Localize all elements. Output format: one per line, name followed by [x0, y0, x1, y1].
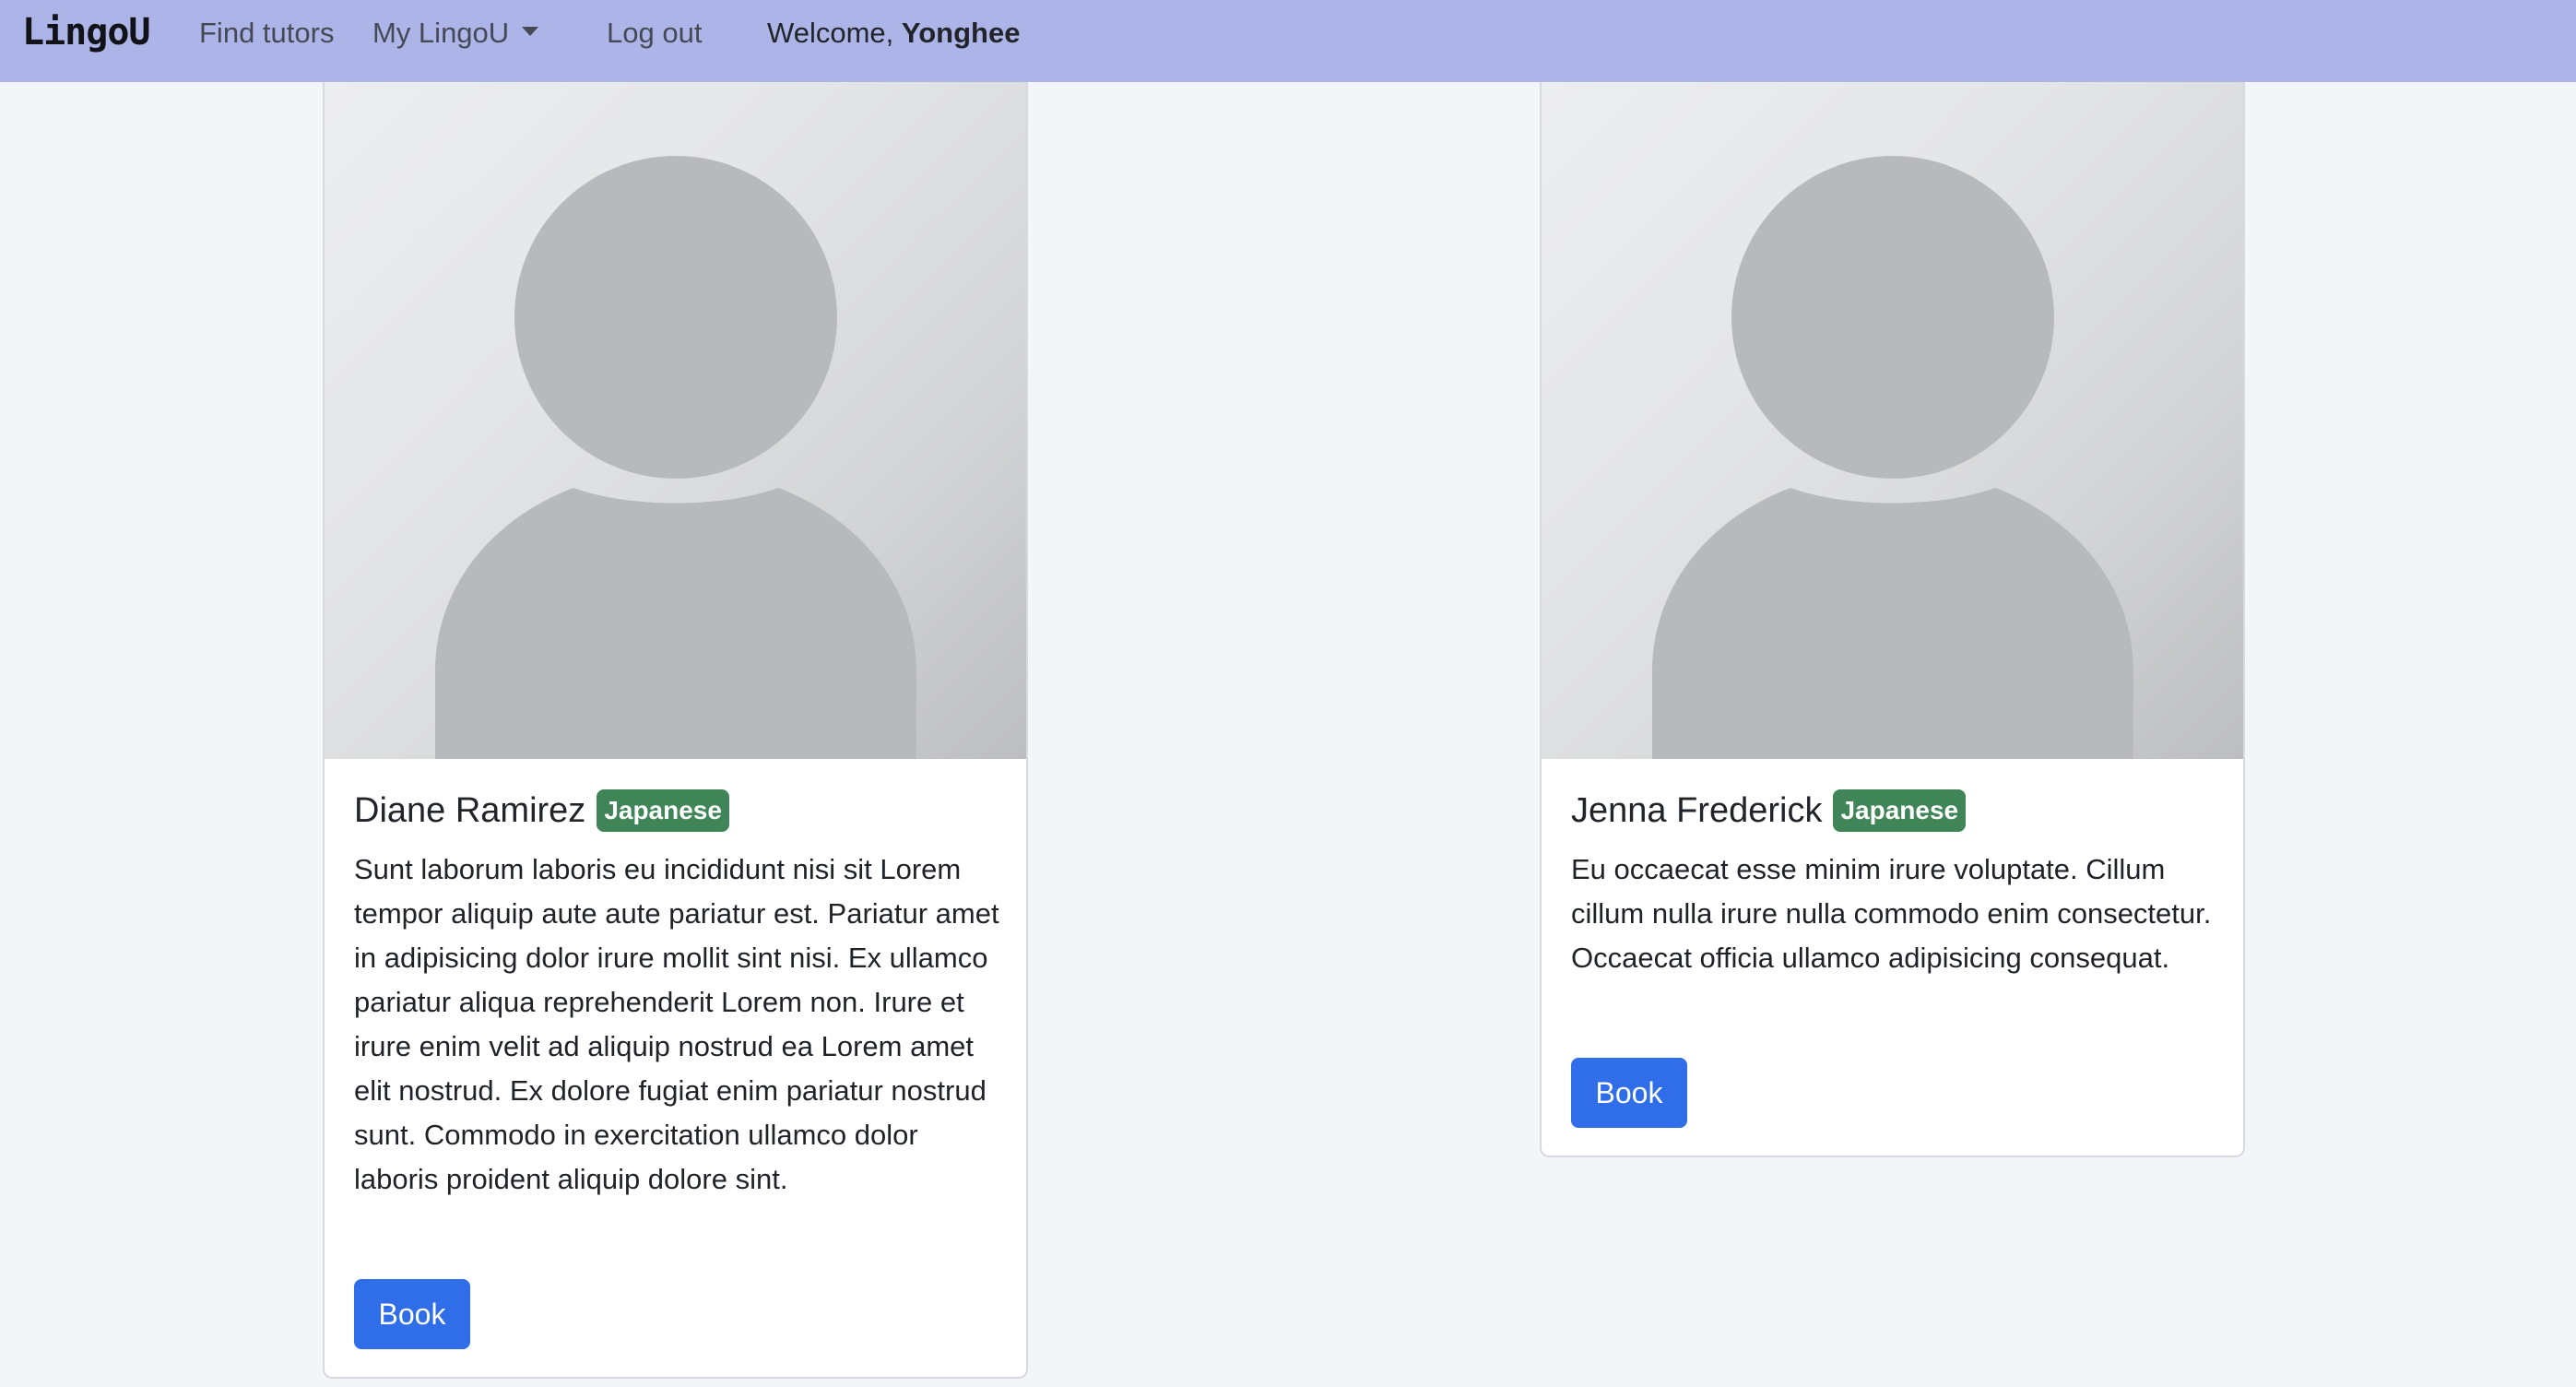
- tutor-photo: [1542, 82, 2243, 759]
- card-body: Jenna Frederick Japanese Eu occaecat ess…: [1571, 783, 2216, 980]
- welcome-prefix: Welcome,: [767, 17, 894, 49]
- language-badge: Japanese: [1833, 789, 1967, 832]
- caret-down-icon: [522, 27, 539, 36]
- tutor-bio: Eu occaecat esse minim irure voluptate. …: [1571, 853, 2212, 974]
- brand-logo[interactable]: LingoU: [22, 7, 150, 57]
- tutor-photo: [325, 82, 1026, 759]
- nav-my-lingou-label: My LingoU: [372, 17, 510, 49]
- welcome-username: Yonghee: [901, 17, 1021, 49]
- book-button[interactable]: Book: [354, 1279, 470, 1349]
- nav-log-out[interactable]: Log out: [607, 13, 702, 53]
- tutor-card: Diane Ramirez Japanese Sunt laborum labo…: [323, 82, 1028, 1379]
- tutor-name: Diane Ramirez: [354, 790, 586, 830]
- nav-my-lingou-dropdown[interactable]: My LingoU: [372, 13, 539, 53]
- book-button[interactable]: Book: [1571, 1058, 1687, 1128]
- welcome-message: Welcome, Yonghee: [767, 13, 1020, 53]
- avatar-placeholder-icon: [1652, 156, 2133, 759]
- card-title-row: Diane Ramirez Japanese: [354, 783, 999, 838]
- card-title-row: Jenna Frederick Japanese: [1571, 783, 2216, 838]
- language-badge: Japanese: [597, 789, 729, 832]
- top-navbar: LingoU Find tutors My LingoU Log out Wel…: [0, 0, 2576, 82]
- avatar-placeholder-icon: [435, 156, 916, 759]
- tutor-card: Jenna Frederick Japanese Eu occaecat ess…: [1540, 82, 2245, 1157]
- nav-find-tutors[interactable]: Find tutors: [199, 13, 334, 53]
- tutor-name: Jenna Frederick: [1571, 790, 1823, 830]
- card-body: Diane Ramirez Japanese Sunt laborum labo…: [354, 783, 999, 1202]
- tutor-bio: Sunt laborum laboris eu incididunt nisi …: [354, 853, 999, 1195]
